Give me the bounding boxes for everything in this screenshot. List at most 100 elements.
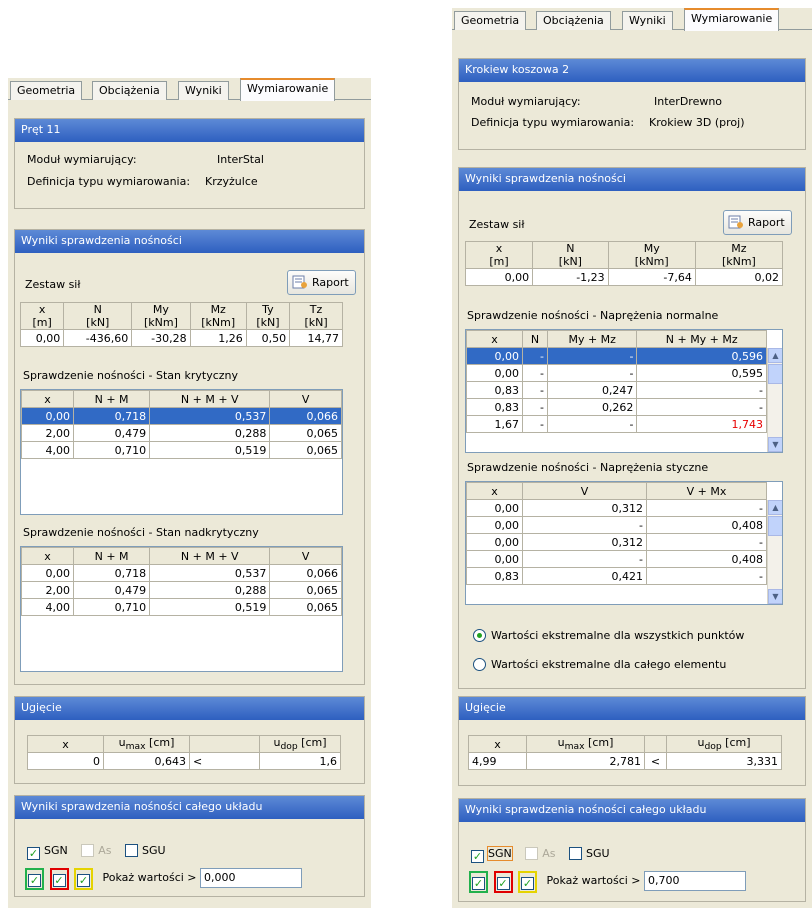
radio-all-points[interactable]: Wartości ekstremalne dla wszystkich punk… <box>473 629 744 642</box>
table-row[interactable]: 2,00 0,479 0,288 0,065 <box>21 581 342 599</box>
normal-header-mymz[interactable]: My + Mz <box>546 330 638 348</box>
table-row[interactable]: 0,00 0,718 0,537 0,066 <box>21 564 342 582</box>
deflection-header-cmp <box>189 734 260 754</box>
raport-button[interactable]: Raport <box>723 210 792 235</box>
deflection-header-cmp <box>644 734 667 754</box>
scroll-thumb[interactable] <box>768 516 782 536</box>
shear-scrollbar[interactable]: ▲ ▼ <box>767 500 782 604</box>
scroll-down-icon[interactable]: ▼ <box>768 589 782 604</box>
raport-button[interactable]: Raport <box>287 270 356 295</box>
radio-all-points-button[interactable] <box>473 629 486 642</box>
supercrit-header-x[interactable]: x <box>21 547 74 565</box>
sgu-checkbox[interactable] <box>125 844 139 857</box>
show-values-row: ✓ ✓ ✓ Pokaż wartości > 0,000 <box>25 868 303 890</box>
yellow-filter-checkbox[interactable]: ✓ <box>518 871 537 893</box>
forces-header-my: My [kNm] <box>607 241 696 269</box>
cell: 0,83 <box>466 381 523 399</box>
table-row[interactable]: 1,67- -1,743 <box>466 415 767 433</box>
show-values-label: Pokaż wartości > <box>102 871 197 884</box>
sgn-checkbox[interactable]: ✓ <box>27 847 40 860</box>
table-row[interactable]: 4,00 0,710 0,519 0,065 <box>21 598 342 616</box>
table-row[interactable]: 2,00 0,479 0,288 0,065 <box>21 424 342 442</box>
table-row[interactable]: 4,00 0,710 0,519 0,065 <box>21 441 342 459</box>
forces-cell: 0,00 <box>464 268 534 286</box>
sgn-label: SGN <box>44 844 68 857</box>
green-filter-checkbox[interactable]: ✓ <box>25 868 44 890</box>
shear-header-v[interactable]: V <box>522 482 647 500</box>
scroll-up-icon[interactable]: ▲ <box>768 348 782 363</box>
table-row[interactable]: 0,00- -0,596 <box>466 347 767 365</box>
cell: 0,00 <box>466 347 523 365</box>
crit-header-nm[interactable]: N + M <box>72 390 151 408</box>
crit-header-x[interactable]: x <box>21 390 74 408</box>
report-icon <box>728 215 744 229</box>
cell: < <box>189 752 260 771</box>
radio-whole-element-label: Wartości ekstremalne dla całego elementu <box>491 658 727 671</box>
tab-bar: Geometria Obciążenia Wyniki Wymiarowanie <box>452 8 812 31</box>
forces-row: 0,00 -1,23 -7,64 0,02 <box>464 268 784 286</box>
radio-whole-element-button[interactable] <box>473 658 486 671</box>
table-row[interactable]: 0,83 0,421- <box>466 567 767 585</box>
tab-wymiarowanie[interactable]: Wymiarowanie <box>684 8 780 31</box>
cell: 2,00 <box>21 424 74 442</box>
cell: 0,718 <box>72 564 151 582</box>
deflection-header-udop: udop [cm] <box>259 734 341 754</box>
tab-wymiarowanie[interactable]: Wymiarowanie <box>240 78 336 101</box>
scroll-up-icon[interactable]: ▲ <box>768 500 782 515</box>
normal-header-nmymz[interactable]: N + My + Mz <box>636 330 767 348</box>
sgn-checkbox[interactable]: ✓ <box>471 850 484 863</box>
cell: 4,99 <box>468 752 527 771</box>
tab-geometria[interactable]: Geometria <box>454 11 527 30</box>
forces-cell: 14,77 <box>289 329 343 347</box>
table-row[interactable]: 0,00 0,718 0,537 0,066 <box>21 407 342 425</box>
cell: - <box>522 381 548 399</box>
cell: 0 <box>27 752 104 771</box>
shear-table: x V V + Mx 0,00 0,312- 0,00-0,408 0,00 0,3… <box>466 482 767 585</box>
as-label: As <box>98 844 112 857</box>
tab-obciazenia[interactable]: Obciążenia <box>536 11 611 30</box>
show-values-input[interactable]: 0,700 <box>644 871 747 891</box>
shear-header-vmx[interactable]: V + Mx <box>646 482 767 500</box>
table-row[interactable]: 0,00-0,408 <box>466 516 767 534</box>
forces-cell: -30,28 <box>131 329 191 347</box>
normal-header-n[interactable]: N <box>522 330 548 348</box>
table-row[interactable]: 0,00 0,312- <box>466 499 767 517</box>
tab-wyniki[interactable]: Wyniki <box>622 11 673 30</box>
deflection-title: Ugięcie <box>459 697 805 720</box>
supercrit-header-v[interactable]: V <box>269 547 342 565</box>
table-row[interactable]: 0,00-0,408 <box>466 550 767 568</box>
cell: 1,67 <box>466 415 523 433</box>
crit-title: Sprawdzenie nośności - Stan krytyczny <box>23 369 239 382</box>
table-row[interactable]: 0,00- -0,595 <box>466 364 767 382</box>
tab-geometria[interactable]: Geometria <box>10 81 83 100</box>
table-row[interactable]: 0,00 0,312- <box>466 533 767 551</box>
forces-header-x: x [m] <box>19 302 65 330</box>
crit-header-nmv[interactable]: N + M + V <box>149 390 271 408</box>
sgu-checkbox[interactable] <box>569 847 583 860</box>
deftype-value: Krokiew 3D (proj) <box>649 116 745 129</box>
tab-obciazenia[interactable]: Obciążenia <box>92 81 167 100</box>
report-icon <box>292 275 308 289</box>
red-filter-checkbox[interactable]: ✓ <box>49 868 69 890</box>
normal-header-x[interactable]: x <box>466 330 523 348</box>
scroll-thumb[interactable] <box>768 364 782 384</box>
cell: - <box>522 347 548 365</box>
supercrit-header-nmv[interactable]: N + M + V <box>149 547 271 565</box>
show-values-input[interactable]: 0,000 <box>200 868 303 888</box>
cell: - <box>522 516 647 534</box>
crit-header-v[interactable]: V <box>269 390 342 408</box>
module-value: InterStal <box>217 153 264 166</box>
table-row[interactable]: 0,83-0,247- <box>466 381 767 399</box>
tab-wyniki[interactable]: Wyniki <box>178 81 229 100</box>
cell: 0,262 <box>546 398 638 416</box>
normal-scrollbar[interactable]: ▲ ▼ <box>767 348 782 452</box>
green-filter-checkbox[interactable]: ✓ <box>469 871 488 893</box>
table-row[interactable]: 0,83-0,262- <box>466 398 767 416</box>
red-filter-checkbox[interactable]: ✓ <box>493 871 513 893</box>
shear-header-x[interactable]: x <box>466 482 523 500</box>
forces-header-tz: Tz [kN] <box>289 302 343 330</box>
radio-whole-element[interactable]: Wartości ekstremalne dla całego elementu <box>473 658 726 671</box>
yellow-filter-checkbox[interactable]: ✓ <box>74 868 93 890</box>
scroll-down-icon[interactable]: ▼ <box>768 437 782 452</box>
supercrit-header-nm[interactable]: N + M <box>72 547 151 565</box>
